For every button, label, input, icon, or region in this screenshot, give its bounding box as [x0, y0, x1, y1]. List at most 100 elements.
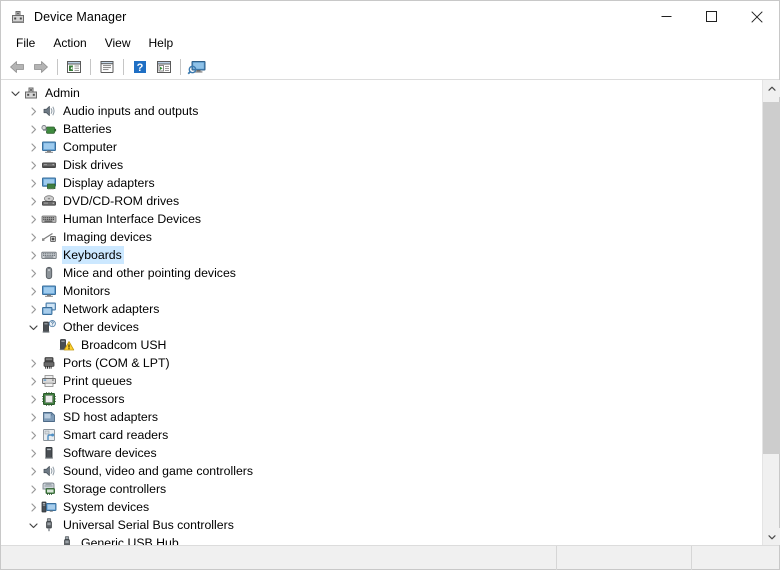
- tree-node-generic-usb-hub[interactable]: Generic USB Hub: [1, 534, 762, 545]
- smart-card-reader-icon: [41, 427, 57, 443]
- svg-text:?: ?: [51, 322, 54, 328]
- chevron-right-icon[interactable]: [25, 372, 41, 390]
- chevron-right-icon[interactable]: [25, 264, 41, 282]
- scrollbar-thumb[interactable]: [763, 102, 780, 454]
- svg-text:?: ?: [137, 62, 144, 74]
- chevron-right-icon[interactable]: [25, 444, 41, 462]
- minimize-button[interactable]: [644, 1, 689, 32]
- maximize-button[interactable]: [689, 1, 734, 32]
- tree-node-processors[interactable]: Processors: [1, 390, 762, 408]
- chevron-down-icon[interactable]: [7, 84, 23, 102]
- menu-action[interactable]: Action: [44, 34, 95, 52]
- chevron-right-icon[interactable]: [25, 300, 41, 318]
- tree-node-label: Display adapters: [62, 174, 157, 192]
- forward-button[interactable]: [29, 56, 53, 78]
- hid-icon: [41, 211, 57, 227]
- chevron-right-icon[interactable]: [25, 138, 41, 156]
- toolbar: ?: [1, 54, 779, 80]
- chevron-right-icon[interactable]: [25, 228, 41, 246]
- chevron-right-icon[interactable]: [25, 174, 41, 192]
- chevron-right-icon[interactable]: [25, 102, 41, 120]
- window-controls: [644, 1, 779, 32]
- chevron-down-icon[interactable]: [25, 516, 41, 534]
- chevron-right-icon[interactable]: [25, 390, 41, 408]
- tree-node-print-queues[interactable]: Print queues: [1, 372, 762, 390]
- chevron-right-icon[interactable]: [25, 210, 41, 228]
- tree-node-dvd-cd-rom-drives[interactable]: DVD/CD-ROM drives: [1, 192, 762, 210]
- tree-node-broadcom-ush[interactable]: Broadcom USH: [1, 336, 762, 354]
- tree-node-display-adapters[interactable]: Display adapters: [1, 174, 762, 192]
- close-button[interactable]: [734, 1, 779, 32]
- chevron-right-icon[interactable]: [25, 354, 41, 372]
- device-manager-window: Device Manager File Action: [0, 0, 780, 570]
- show-hide-console-tree-button[interactable]: [62, 56, 86, 78]
- chevron-right-icon[interactable]: [25, 156, 41, 174]
- tree-node-smart-card-readers[interactable]: Smart card readers: [1, 426, 762, 444]
- scan-hardware-changes-button[interactable]: [185, 56, 209, 78]
- tree-node-admin[interactable]: Admin: [1, 84, 762, 102]
- help-button[interactable]: ?: [128, 56, 152, 78]
- mouse-icon: [41, 265, 57, 281]
- tree-node-ports-com-and-lpt[interactable]: Ports (COM & LPT): [1, 354, 762, 372]
- chevron-right-icon[interactable]: [25, 246, 41, 264]
- tree-node-label: Mice and other pointing devices: [62, 264, 238, 282]
- menu-bar: File Action View Help: [1, 32, 779, 54]
- chevron-right-icon[interactable]: [25, 462, 41, 480]
- tree-node-imaging-devices[interactable]: Imaging devices: [1, 228, 762, 246]
- forward-arrow-icon: [32, 59, 50, 75]
- vertical-scrollbar[interactable]: [762, 80, 779, 545]
- tree-node-computer[interactable]: Computer: [1, 138, 762, 156]
- menu-help[interactable]: Help: [140, 34, 183, 52]
- scroll-down-arrow[interactable]: [763, 528, 780, 545]
- update-driver-button[interactable]: [152, 56, 176, 78]
- system-device-icon: [41, 499, 57, 515]
- chevron-right-icon[interactable]: [25, 426, 41, 444]
- tree-node-other-devices[interactable]: ? Other devices: [1, 318, 762, 336]
- tree-node-human-interface-devices[interactable]: Human Interface Devices: [1, 210, 762, 228]
- tree-node-universal-serial-bus-controllers[interactable]: Universal Serial Bus controllers: [1, 516, 762, 534]
- tree-node-label: Network adapters: [62, 300, 161, 318]
- tree-node-system-devices[interactable]: System devices: [1, 498, 762, 516]
- scroll-up-arrow[interactable]: [763, 80, 780, 97]
- tree-node-keyboards[interactable]: Keyboards: [1, 246, 762, 264]
- tree-node-mice-and-other-pointing-devices[interactable]: Mice and other pointing devices: [1, 264, 762, 282]
- processor-icon: [41, 391, 57, 407]
- tree-node-label: Generic USB Hub: [80, 534, 181, 545]
- tree-node-network-adapters[interactable]: Network adapters: [1, 300, 762, 318]
- port-icon: [41, 355, 57, 371]
- tree-node-batteries[interactable]: Batteries: [1, 120, 762, 138]
- tree-node-label: System devices: [62, 498, 151, 516]
- tree-node-storage-controllers[interactable]: Storage controllers: [1, 480, 762, 498]
- chevron-down-icon[interactable]: [25, 318, 41, 336]
- menu-view[interactable]: View: [96, 34, 140, 52]
- tree-node-software-devices[interactable]: Software devices: [1, 444, 762, 462]
- tree-node-label: Ports (COM & LPT): [62, 354, 172, 372]
- tree-node-label: Human Interface Devices: [62, 210, 203, 228]
- usb-hub-icon: [59, 535, 75, 545]
- chevron-right-icon[interactable]: [25, 192, 41, 210]
- back-button[interactable]: [5, 56, 29, 78]
- tree-node-label: Smart card readers: [62, 426, 170, 444]
- display-adapter-icon: [41, 175, 57, 191]
- software-device-icon: [41, 445, 57, 461]
- tree-node-label: Computer: [62, 138, 119, 156]
- disk-drive-icon: [41, 157, 57, 173]
- chevron-right-icon[interactable]: [25, 480, 41, 498]
- tree-node-label: Keyboards: [62, 246, 124, 264]
- tree-node-label: Disk drives: [62, 156, 125, 174]
- tree-node-audio-inputs-and-outputs[interactable]: Audio inputs and outputs: [1, 102, 762, 120]
- chevron-right-icon[interactable]: [25, 498, 41, 516]
- status-pane-secondary: [557, 546, 692, 570]
- tree-node-sd-host-adapters[interactable]: SD host adapters: [1, 408, 762, 426]
- device-tree[interactable]: Admin Audio inputs and outputs: [1, 80, 762, 545]
- tree-node-monitors[interactable]: Monitors: [1, 282, 762, 300]
- tree-node-sound-video-and-game-controllers[interactable]: Sound, video and game controllers: [1, 462, 762, 480]
- tree-node-label: Imaging devices: [62, 228, 154, 246]
- tree-node-disk-drives[interactable]: Disk drives: [1, 156, 762, 174]
- properties-button[interactable]: [95, 56, 119, 78]
- chevron-right-icon[interactable]: [25, 120, 41, 138]
- menu-file[interactable]: File: [7, 34, 44, 52]
- chevron-right-icon[interactable]: [25, 408, 41, 426]
- chevron-right-icon[interactable]: [25, 282, 41, 300]
- tree-node-label: Batteries: [62, 120, 114, 138]
